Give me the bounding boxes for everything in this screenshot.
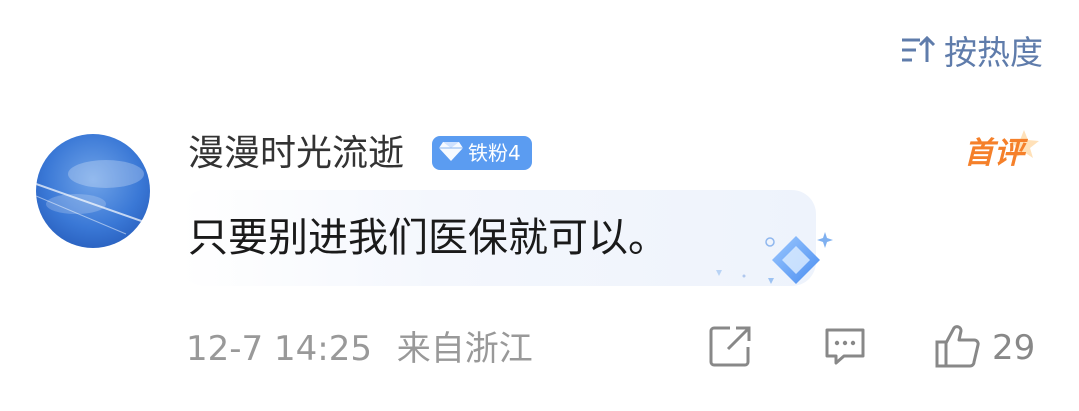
comment-text[interactable]: 只要别进我们医保就可以。 — [188, 212, 668, 264]
like-button[interactable]: 29 — [934, 324, 1035, 372]
comment-meta: 12-7 14:25 来自浙江 — [186, 328, 533, 370]
like-count: 29 — [992, 328, 1036, 368]
first-comment-label: 首评 — [964, 136, 1024, 171]
diamond-decoration-icon — [708, 226, 838, 292]
sort-by-hot-button[interactable]: 按热度 — [900, 30, 1043, 72]
diamond-icon — [438, 140, 464, 166]
sort-icon — [900, 34, 936, 66]
fan-badge[interactable]: 铁粉4 — [432, 136, 532, 170]
avatar[interactable] — [36, 134, 150, 248]
username[interactable]: 漫漫时光流逝 — [188, 132, 404, 176]
share-button[interactable] — [708, 324, 754, 372]
share-icon — [708, 323, 754, 373]
fan-badge-label: 铁粉4 — [468, 141, 521, 165]
comment-icon — [822, 323, 868, 373]
comment-time: 12-7 14:25 — [186, 329, 372, 369]
reply-button[interactable] — [822, 324, 868, 372]
thumbs-up-icon — [934, 322, 982, 374]
first-comment-badge: 首评 — [962, 128, 1042, 178]
comment-location: 来自浙江 — [396, 329, 533, 369]
sort-label: 按热度 — [944, 33, 1043, 72]
